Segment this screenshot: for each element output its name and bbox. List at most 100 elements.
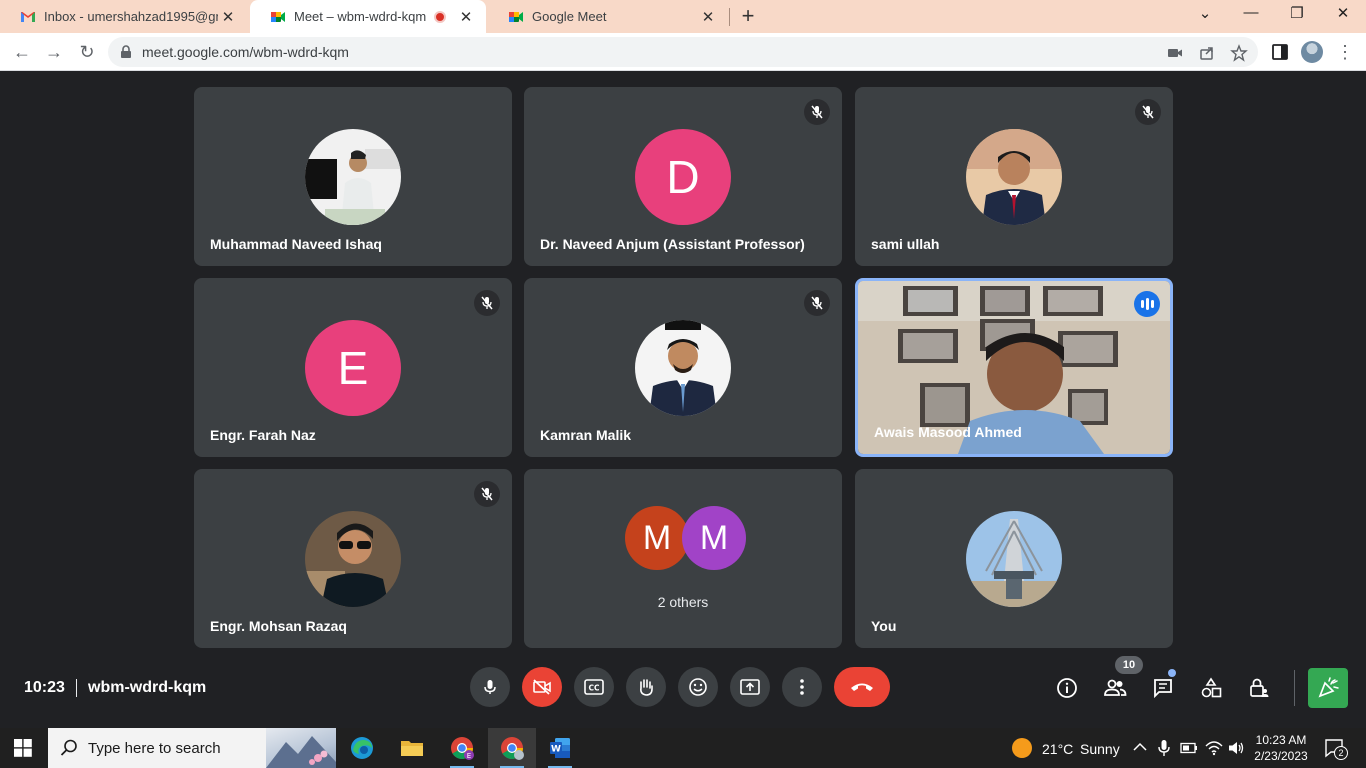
close-icon[interactable]: ✕ [698, 8, 718, 26]
tab-separator [729, 8, 730, 26]
participant-avatar: D [635, 129, 731, 225]
participant-name: Kamran Malik [540, 427, 632, 443]
search-placeholder: Type here to search [88, 740, 221, 757]
participant-tile[interactable]: Muhammad Naveed Ishaq [194, 87, 512, 266]
activities-menu-button[interactable] [1198, 675, 1224, 701]
close-window-button[interactable]: ✕ [1329, 4, 1357, 28]
participant-tile[interactable]: E Engr. Farah Naz [194, 278, 512, 457]
search-icon [60, 739, 77, 756]
participant-tile[interactable]: D Dr. Naveed Anjum (Assistant Professor) [524, 87, 842, 266]
wifi-icon[interactable] [1205, 740, 1223, 756]
tab-title: Google Meet [532, 9, 607, 24]
svg-text:CC: CC [588, 684, 600, 693]
back-button[interactable]: ← [10, 40, 34, 64]
participant-tile-speaking[interactable]: Awais Masood Ahmed [855, 278, 1173, 457]
volume-icon[interactable] [1228, 740, 1244, 756]
bookmark-star-icon[interactable] [1230, 44, 1248, 62]
camera-off-button[interactable] [522, 667, 562, 707]
share-icon[interactable] [1198, 44, 1216, 62]
lock-icon[interactable] [120, 45, 132, 59]
participant-name: Engr. Farah Naz [210, 427, 316, 443]
microphone-icon [484, 680, 496, 694]
participant-name: Muhammad Naveed Ishaq [210, 236, 382, 252]
camera-in-use-icon[interactable] [1166, 44, 1184, 62]
chat-icon [1154, 679, 1172, 699]
tab-search-button[interactable]: ⌄ [1191, 4, 1219, 28]
people-count-badge: 10 [1115, 656, 1143, 674]
meeting-code: wbm-wdrd-kqm [88, 679, 207, 696]
meeting-time: 10:23 [24, 679, 65, 696]
tab-meet-active[interactable]: Meet – wbm-wdrd-kqm ✕ [250, 0, 486, 33]
forward-button[interactable]: → [42, 40, 66, 64]
taskbar-edge[interactable] [338, 728, 386, 768]
weather-description[interactable]: Sunny [1080, 741, 1120, 757]
others-count-label: 2 others [657, 594, 709, 610]
hang-up-icon [851, 683, 873, 691]
participant-avatar [966, 129, 1062, 225]
raise-hand-button[interactable] [626, 667, 666, 707]
unread-chat-dot [1168, 669, 1176, 677]
taskbar-word[interactable]: W [536, 728, 584, 768]
taskbar-file-explorer[interactable] [388, 728, 436, 768]
avatar-letter: E [337, 342, 369, 394]
emoji-icon [689, 678, 707, 696]
url-text: meet.google.com/wbm-wdrd-kqm [142, 44, 349, 60]
windows-start-icon[interactable] [14, 739, 32, 757]
minimize-button[interactable]: — [1237, 4, 1265, 28]
new-tab-button[interactable]: + [737, 5, 759, 27]
participant-name: Engr. Mohsan Razaq [210, 618, 347, 634]
taskbar-clock[interactable]: 10:23 AM 2/23/2023 [1246, 732, 1316, 764]
avatar-letter: D [666, 151, 700, 203]
search-highlight-image [266, 728, 336, 768]
chat-button[interactable] [1150, 675, 1176, 701]
present-icon [740, 679, 760, 695]
weather-temperature[interactable]: 21°C [1042, 741, 1073, 757]
emoji-reaction-button[interactable] [678, 667, 718, 707]
weather-sun-icon[interactable] [1012, 738, 1032, 758]
participant-tile[interactable]: Engr. Mohsan Razaq [194, 469, 512, 648]
taskbar-chrome-active[interactable] [488, 728, 536, 768]
battery-icon[interactable] [1180, 742, 1198, 754]
lock-person-icon [1250, 678, 1269, 697]
microphone-button[interactable] [470, 667, 510, 707]
captions-button[interactable]: CC [574, 667, 614, 707]
meeting-details-button[interactable] [1054, 675, 1080, 701]
tab-google-meet[interactable]: Google Meet ✕ [488, 0, 728, 33]
browser-toolbar: ← → ↻ meet.google.com/wbm-wdrd-kqm ⋮ [0, 33, 1366, 71]
leave-call-button[interactable] [834, 667, 890, 707]
raise-hand-icon [640, 679, 653, 696]
host-controls-button[interactable] [1246, 675, 1272, 701]
taskbar-search-box[interactable]: Type here to search [48, 728, 336, 768]
reload-button[interactable]: ↻ [75, 40, 99, 64]
tab-gmail-inbox[interactable]: Inbox - umershahzad1995@gmai ✕ [0, 0, 248, 33]
microphone-in-use-icon[interactable] [1157, 739, 1171, 757]
people-button[interactable] [1102, 675, 1128, 701]
close-icon[interactable]: ✕ [218, 8, 238, 26]
others-tile[interactable]: M M 2 others [524, 469, 842, 648]
more-options-button[interactable] [782, 667, 822, 707]
chrome-menu-icon[interactable]: ⋮ [1336, 41, 1354, 63]
tab-title: Inbox - umershahzad1995@gmai [44, 9, 218, 24]
side-panel-icon[interactable] [1270, 42, 1290, 62]
close-icon[interactable]: ✕ [456, 8, 476, 26]
participant-tile[interactable]: sami ullah [855, 87, 1173, 266]
taskbar-chrome-profile-e[interactable]: E [438, 728, 486, 768]
tab-title: Meet – wbm-wdrd-kqm [294, 9, 427, 24]
restore-button[interactable]: ❐ [1283, 4, 1311, 28]
participant-avatar [305, 129, 401, 225]
mic-off-icon [1135, 99, 1161, 125]
mic-off-icon [474, 290, 500, 316]
activities-button[interactable] [1308, 668, 1348, 708]
windows-taskbar: Type here to search E W 21°C Sunny 10:23… [0, 728, 1366, 768]
present-screen-button[interactable] [730, 667, 770, 707]
others-avatar: M [682, 506, 746, 570]
chevron-up-icon[interactable] [1133, 742, 1147, 752]
info-icon [1057, 678, 1077, 698]
participant-tile[interactable]: Kamran Malik [524, 278, 842, 457]
self-avatar [966, 511, 1062, 607]
profile-avatar[interactable] [1301, 41, 1323, 63]
avatar-letter: M [642, 518, 672, 557]
self-tile[interactable]: You [855, 469, 1173, 648]
svg-text:E: E [467, 752, 471, 760]
address-bar[interactable]: meet.google.com/wbm-wdrd-kqm [108, 37, 1258, 67]
